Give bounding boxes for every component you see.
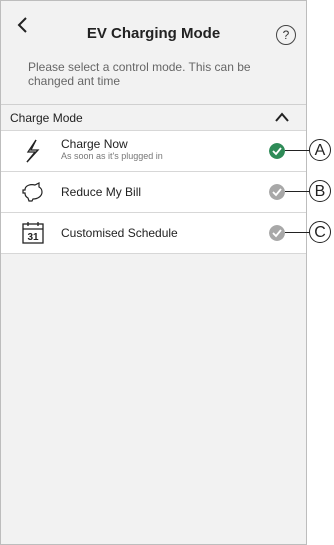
callout-a: A — [309, 139, 331, 161]
page-title: EV Charging Mode — [86, 25, 221, 42]
option-customised-schedule[interactable]: 31 Customised Schedule — [1, 212, 306, 254]
check-unselected-icon[interactable] — [269, 184, 285, 200]
callout-c: C — [309, 221, 331, 243]
option-label: Charge Now — [61, 137, 128, 151]
svg-text:31: 31 — [27, 232, 39, 243]
check-unselected-icon[interactable] — [269, 225, 285, 241]
callout-line-a — [285, 150, 310, 151]
charge-mode-section-header[interactable]: Charge Mode — [1, 104, 306, 131]
callout-b: B — [309, 180, 331, 202]
phone-screen: EV Charging Mode ? Please select a contr… — [0, 0, 307, 545]
header: EV Charging Mode ? — [1, 1, 306, 47]
piggy-bank-icon — [22, 182, 43, 202]
chevron-up-icon[interactable] — [274, 111, 290, 123]
callout-line-c — [285, 232, 310, 233]
callout-line-b — [285, 191, 310, 192]
check-selected-icon[interactable] — [269, 143, 285, 159]
help-icon[interactable]: ? — [276, 25, 296, 45]
lightning-icon — [26, 139, 40, 163]
option-reduce-my-bill[interactable]: Reduce My Bill — [1, 171, 306, 212]
calendar-icon: 31 — [22, 222, 44, 244]
option-sublabel: As soon as it's plugged in — [61, 151, 163, 161]
option-label: Customised Schedule — [61, 226, 178, 240]
section-label: Charge Mode — [10, 111, 83, 125]
option-charge-now[interactable]: Charge Now As soon as it's plugged in — [1, 130, 306, 171]
description-text: Please select a control mode. This can b… — [28, 60, 251, 88]
option-label: Reduce My Bill — [61, 185, 142, 199]
